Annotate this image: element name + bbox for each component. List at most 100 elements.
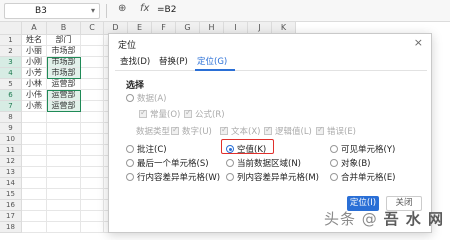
row-header-9[interactable]: 9 — [0, 123, 22, 134]
table-cell[interactable] — [81, 35, 104, 46]
checkbox-constants[interactable]: 常量(O) — [139, 108, 180, 120]
table-cell[interactable] — [22, 178, 47, 189]
checkbox-formulas[interactable]: 公式(R) — [184, 108, 225, 120]
table-cell[interactable] — [47, 222, 81, 233]
table-cell[interactable] — [22, 211, 47, 222]
row-header-3[interactable]: 3 — [0, 57, 22, 68]
chevron-down-icon[interactable]: ▾ — [91, 4, 95, 18]
zoom-icon[interactable]: ⊕ — [118, 3, 126, 14]
row-header-17[interactable]: 17 — [0, 211, 22, 222]
table-cell[interactable] — [22, 222, 47, 233]
table-cell[interactable] — [81, 211, 104, 222]
table-cell[interactable] — [81, 178, 104, 189]
row-header-18[interactable]: 18 — [0, 222, 22, 233]
function-icon[interactable]: fx — [140, 3, 149, 14]
column-header-a[interactable]: A — [22, 22, 47, 35]
table-cell[interactable] — [81, 189, 104, 200]
row-header-1[interactable]: 1 — [0, 35, 22, 46]
table-cell[interactable] — [81, 112, 104, 123]
table-cell[interactable] — [47, 200, 81, 211]
row-header-11[interactable]: 11 — [0, 145, 22, 156]
option-row-differences[interactable]: 行内容差异单元格(W) — [126, 171, 220, 183]
checkbox-numbers[interactable]: 数字(U) — [171, 125, 212, 137]
table-cell[interactable] — [81, 145, 104, 156]
option-visible-cells[interactable]: 可见单元格(Y) — [330, 143, 395, 155]
name-box-value: B3 — [35, 6, 47, 16]
table-cell[interactable] — [22, 167, 47, 178]
table-cell[interactable] — [22, 189, 47, 200]
table-cell[interactable] — [81, 57, 104, 68]
checkbox-errors[interactable]: 错误(E) — [316, 125, 356, 137]
table-cell[interactable] — [47, 178, 81, 189]
table-cell[interactable] — [47, 189, 81, 200]
option-column-differences[interactable]: 列内容差异单元格(M) — [226, 171, 319, 183]
row-header-10[interactable]: 10 — [0, 134, 22, 145]
table-cell[interactable] — [47, 123, 81, 134]
table-cell[interactable] — [47, 167, 81, 178]
table-cell[interactable] — [81, 200, 104, 211]
tab-goto[interactable]: 定位(G) — [197, 55, 227, 67]
table-cell[interactable] — [81, 90, 104, 101]
row-header-7[interactable]: 7 — [0, 101, 22, 112]
column-header-c[interactable]: C — [81, 22, 104, 35]
table-cell[interactable] — [47, 211, 81, 222]
table-cell[interactable] — [22, 134, 47, 145]
table-cell[interactable] — [47, 145, 81, 156]
row-header-14[interactable]: 14 — [0, 178, 22, 189]
row-header-15[interactable]: 15 — [0, 189, 22, 200]
row-header-5[interactable]: 5 — [0, 79, 22, 90]
table-cell[interactable] — [81, 101, 104, 112]
select-all-corner[interactable] — [0, 22, 22, 35]
column-header-b[interactable]: B — [47, 22, 81, 35]
option-last-cell[interactable]: 最后一个单元格(S) — [126, 157, 209, 169]
table-cell[interactable] — [81, 79, 104, 90]
table-cell[interactable]: 部门 — [47, 35, 81, 46]
row-header-16[interactable]: 16 — [0, 200, 22, 211]
table-cell[interactable] — [47, 156, 81, 167]
close-icon[interactable]: × — [414, 36, 423, 49]
formula-input[interactable]: =B2 — [157, 5, 176, 15]
row-header-4[interactable]: 4 — [0, 68, 22, 79]
tab-find[interactable]: 查找(D) — [120, 55, 150, 67]
table-cell[interactable] — [22, 200, 47, 211]
row-header-6[interactable]: 6 — [0, 90, 22, 101]
table-cell[interactable] — [22, 123, 47, 134]
option-current-region[interactable]: 当前数据区域(N) — [226, 157, 301, 169]
table-cell[interactable]: 姓名 — [22, 35, 47, 46]
table-cell[interactable] — [81, 167, 104, 178]
table-cell[interactable] — [22, 145, 47, 156]
table-cell[interactable]: 市场部 — [47, 46, 81, 57]
table-cell[interactable]: 小燕 — [22, 101, 47, 112]
table-cell[interactable] — [81, 46, 104, 57]
checkbox-text[interactable]: 文本(X) — [220, 125, 260, 137]
tab-replace[interactable]: 替换(P) — [159, 55, 188, 67]
option-data[interactable]: 数据(A) — [126, 92, 166, 104]
name-box[interactable]: B3 ▾ — [4, 3, 100, 19]
table-cell[interactable]: 运营部 — [47, 79, 81, 90]
row-header-12[interactable]: 12 — [0, 156, 22, 167]
option-merged-cells[interactable]: 合并单元格(E) — [330, 171, 396, 183]
row-header-8[interactable]: 8 — [0, 112, 22, 123]
option-objects[interactable]: 对象(B) — [330, 157, 370, 169]
radio-icon — [126, 94, 134, 102]
table-cell[interactable] — [81, 156, 104, 167]
table-cell[interactable]: 小伟 — [22, 90, 47, 101]
checkbox-logical[interactable]: 逻辑值(L) — [264, 125, 312, 137]
table-cell[interactable]: 小丽 — [22, 46, 47, 57]
table-cell[interactable] — [81, 68, 104, 79]
table-cell[interactable] — [22, 156, 47, 167]
table-cell[interactable]: 小芳 — [22, 68, 47, 79]
row-header-13[interactable]: 13 — [0, 167, 22, 178]
table-cell[interactable] — [47, 112, 81, 123]
table-cell[interactable] — [81, 123, 104, 134]
option-comments[interactable]: 批注(C) — [126, 143, 167, 155]
table-cell[interactable] — [81, 222, 104, 233]
row-header-2[interactable]: 2 — [0, 46, 22, 57]
checkbox-icon — [316, 125, 324, 135]
table-cell[interactable] — [81, 134, 104, 145]
table-cell[interactable]: 小林 — [22, 79, 47, 90]
checkbox-icon — [220, 125, 228, 135]
table-cell[interactable] — [47, 134, 81, 145]
table-cell[interactable] — [22, 112, 47, 123]
table-cell[interactable]: 小刚 — [22, 57, 47, 68]
